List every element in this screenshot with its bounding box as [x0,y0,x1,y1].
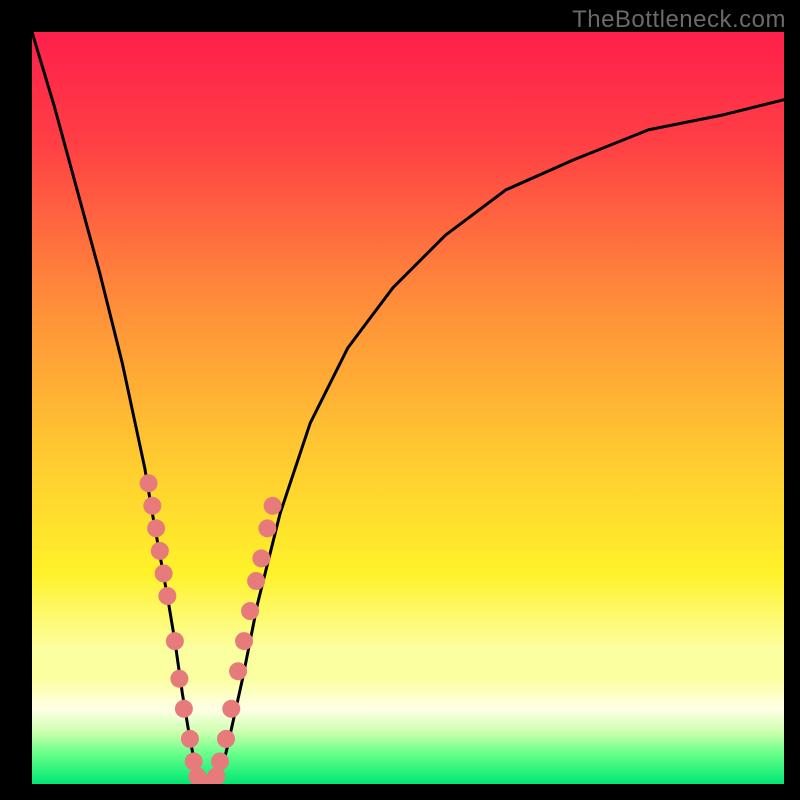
data-marker [241,602,259,620]
data-marker [235,632,253,650]
data-marker [158,587,176,605]
data-marker [166,632,184,650]
data-marker [185,752,203,770]
data-marker [222,700,240,718]
chart-svg [32,32,784,784]
data-marker [211,752,229,770]
data-marker [151,542,169,560]
data-marker [175,700,193,718]
watermark-text: TheBottleneck.com [572,6,786,34]
bottleneck-curve [32,32,784,784]
plot-area [32,32,784,784]
data-marker [140,474,158,492]
data-marker [264,497,282,515]
data-marker [181,730,199,748]
data-marker [258,519,276,537]
outer-frame: TheBottleneck.com [0,0,800,800]
data-marker [217,730,235,748]
data-marker [229,662,247,680]
data-marker [143,497,161,515]
data-marker [252,549,270,567]
data-marker [247,572,265,590]
data-marker [170,670,188,688]
data-marker [147,519,165,537]
data-marker [155,564,173,582]
